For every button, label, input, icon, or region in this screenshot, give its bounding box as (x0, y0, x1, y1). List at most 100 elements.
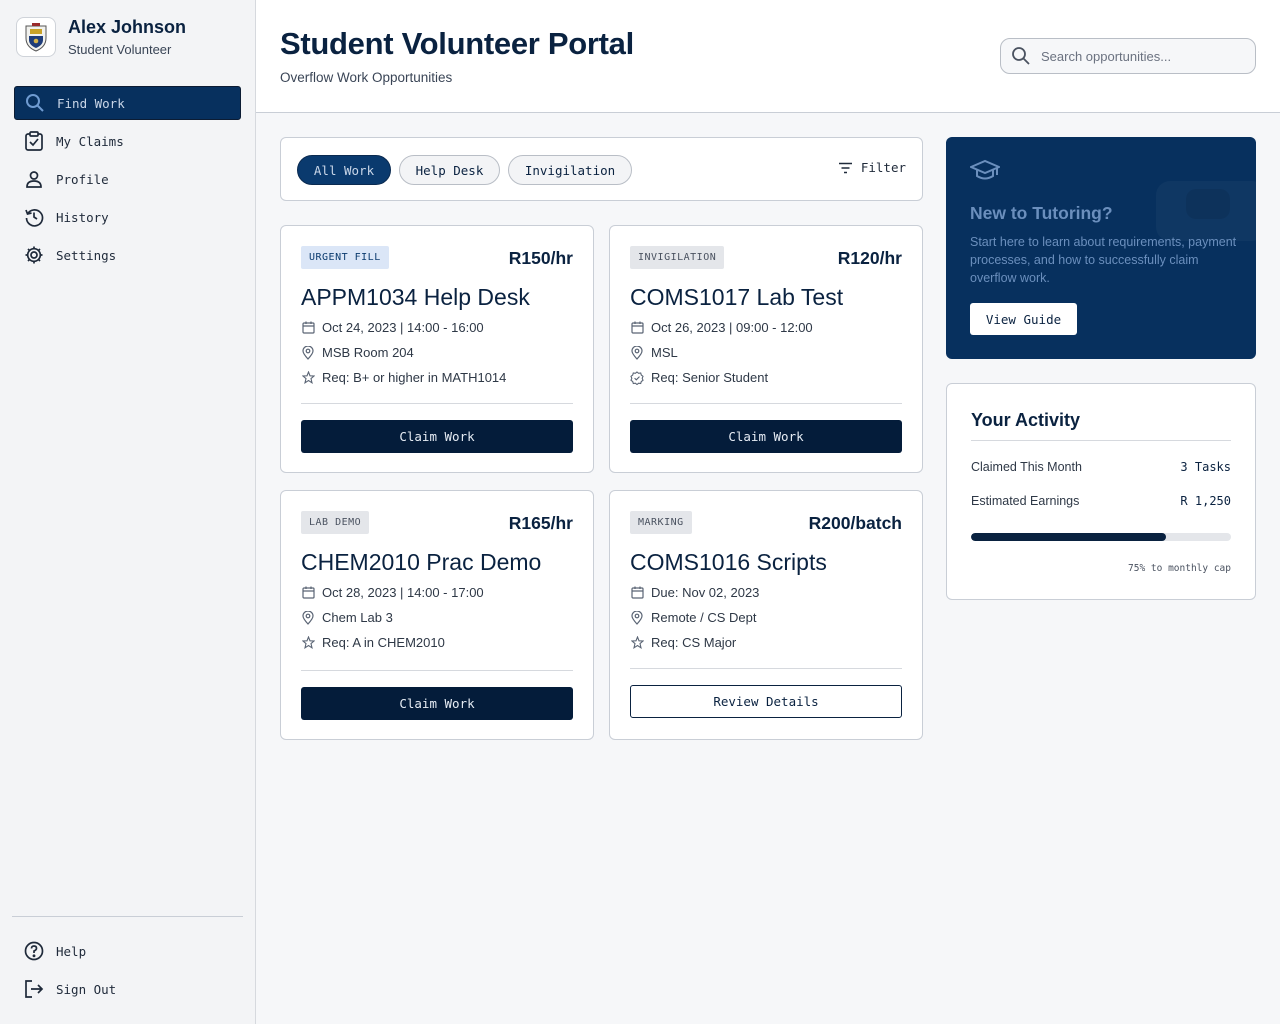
filter-button[interactable]: Filter (838, 160, 906, 175)
pay-rate: R165/hr (508, 513, 573, 533)
card-divider (630, 668, 902, 669)
university-crest-avatar (16, 17, 56, 57)
nav-item-history[interactable]: History (14, 200, 241, 234)
estimated-earnings-label: Estimated Earnings (971, 494, 1080, 508)
nav-item-label: History (56, 209, 109, 225)
filter-chip-invigilation[interactable]: Invigilation (508, 155, 632, 185)
sidebar-divider (12, 916, 243, 917)
card-title: APPM1034 Help Desk (301, 284, 530, 310)
monthly-cap-progress-bar (971, 533, 1231, 541)
gear-icon (24, 245, 44, 265)
opportunity-card: LAB DEMO R165/hr CHEM2010 Prac Demo Oct … (280, 490, 594, 740)
star-icon (301, 371, 315, 385)
card-requirement-text: Req: CS Major (651, 635, 737, 650)
calendar-icon (301, 586, 315, 600)
activity-divider (971, 440, 1231, 441)
nav-item-label: Help (56, 943, 87, 959)
filter-chip-help-desk[interactable]: Help Desk (399, 155, 500, 185)
card-date-text: Oct 26, 2023 | 09:00 - 12:00 (651, 320, 813, 335)
claimed-this-month-label: Claimed This Month (971, 460, 1082, 474)
nav-item-profile[interactable]: Profile (14, 162, 241, 196)
card-title: CHEM2010 Prac Demo (301, 549, 542, 575)
card-location: Remote / CS Dept (630, 610, 757, 625)
claim-work-button[interactable]: Claim Work (301, 687, 573, 720)
location-pin-icon (301, 610, 315, 625)
card-date: Oct 26, 2023 | 09:00 - 12:00 (630, 320, 813, 335)
card-title: COMS1016 Scripts (630, 549, 827, 575)
nav-item-sign-out[interactable]: Sign Out (14, 972, 241, 1006)
opportunity-card: INVIGILATION R120/hr COMS1017 Lab Test O… (609, 225, 923, 473)
estimated-earnings-value: R 1,250 (1180, 494, 1231, 508)
nav-item-label: Profile (56, 171, 109, 187)
claim-work-button[interactable]: Claim Work (630, 420, 902, 453)
help-circle-icon (24, 941, 44, 961)
filter-bar: All Work Help Desk Invigilation Filter (280, 137, 923, 201)
pay-rate: R150/hr (508, 248, 573, 268)
nav-item-label: My Claims (56, 133, 124, 149)
secondary-nav: Help Sign Out (14, 934, 241, 1010)
status-badge: LAB DEMO (301, 511, 370, 534)
nav-item-my-claims[interactable]: My Claims (14, 124, 241, 158)
opportunity-card: MARKING R200/batch COMS1016 Scripts Due:… (609, 490, 923, 740)
page-header: Student Volunteer Portal Overflow Work O… (256, 0, 1280, 113)
filter-label: Filter (860, 160, 906, 175)
card-location-text: Chem Lab 3 (322, 610, 393, 625)
history-icon (24, 207, 44, 227)
card-location-text: MSB Room 204 (322, 345, 414, 360)
card-date: Oct 28, 2023 | 14:00 - 17:00 (301, 585, 484, 600)
location-pin-icon (630, 345, 644, 360)
graduation-cap-icon (970, 159, 1000, 185)
calendar-icon (301, 321, 315, 335)
sign-out-icon (24, 979, 44, 999)
opportunity-card: URGENT FILL R150/hr APPM1034 Help Desk O… (280, 225, 594, 473)
claimed-this-month-value: 3 Tasks (1180, 460, 1231, 474)
user-name: Alex Johnson (68, 17, 187, 37)
card-location: Chem Lab 3 (301, 610, 393, 625)
card-divider (301, 403, 573, 404)
status-badge: URGENT FILL (301, 246, 389, 269)
filter-chip-all-work[interactable]: All Work (297, 155, 391, 185)
card-date: Due: Nov 02, 2023 (630, 585, 759, 600)
card-divider (630, 403, 902, 404)
nav-item-find-work[interactable]: Find Work (14, 86, 241, 120)
nav-item-help[interactable]: Help (14, 934, 241, 968)
nav-item-label: Find Work (57, 95, 125, 111)
review-details-button[interactable]: Review Details (630, 685, 902, 718)
search-icon (25, 93, 45, 113)
card-location: MSB Room 204 (301, 345, 414, 360)
pay-rate: R120/hr (837, 248, 902, 268)
main-nav: Find Work My Claims Profile History Sett… (14, 86, 241, 276)
promo-title: New to Tutoring? (970, 203, 1113, 223)
promo-description: Start here to learn about requirements, … (970, 235, 1237, 285)
nav-item-label: Sign Out (56, 981, 117, 997)
verified-badge-icon (630, 370, 644, 385)
card-requirement: Req: Senior Student (630, 370, 768, 385)
card-location-text: Remote / CS Dept (651, 610, 757, 625)
pay-rate: R200/batch (808, 513, 902, 533)
nav-item-label: Settings (56, 247, 117, 263)
card-date-text: Oct 24, 2023 | 14:00 - 16:00 (322, 320, 484, 335)
progress-caption: 75% to monthly cap (1128, 563, 1231, 574)
tutoring-guide-panel: New to Tutoring? Start here to learn abo… (946, 137, 1256, 359)
card-requirement: Req: B+ or higher in MATH1014 (301, 370, 506, 385)
decorative-shape (1186, 189, 1230, 219)
status-badge: INVIGILATION (630, 246, 725, 269)
search-input[interactable] (1041, 48, 1241, 64)
status-badge: MARKING (630, 511, 692, 534)
nav-item-settings[interactable]: Settings (14, 238, 241, 272)
progress-fill (971, 533, 1166, 541)
activity-title: Your Activity (971, 410, 1081, 430)
search-box[interactable] (1000, 38, 1256, 74)
calendar-icon (630, 586, 644, 600)
card-date: Oct 24, 2023 | 14:00 - 16:00 (301, 320, 484, 335)
user-role: Student Volunteer (68, 42, 172, 57)
card-requirement: Req: A in CHEM2010 (301, 635, 445, 650)
clipboard-check-icon (24, 131, 44, 151)
page-title: Student Volunteer Portal (280, 26, 634, 61)
activity-panel: Your Activity Claimed This Month 3 Tasks… (946, 383, 1256, 600)
user-icon (24, 169, 44, 189)
view-guide-button[interactable]: View Guide (970, 303, 1077, 335)
card-requirement: Req: CS Major (630, 635, 736, 650)
claim-work-button[interactable]: Claim Work (301, 420, 573, 453)
user-profile[interactable]: Alex Johnson Student Volunteer (16, 16, 186, 58)
